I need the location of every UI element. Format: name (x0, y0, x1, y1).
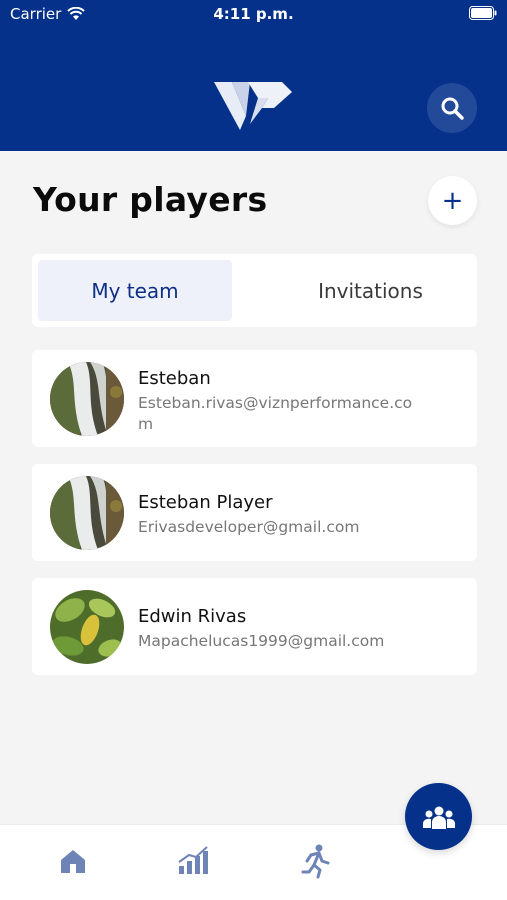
running-icon[interactable] (297, 843, 333, 879)
tab-invitations[interactable]: Invitations (268, 260, 473, 321)
player-email: Esteban.rivas@viznperformance.co m (138, 393, 418, 435)
team-icon (422, 806, 455, 829)
tab-my-team-label: My team (91, 278, 179, 303)
status-time: 4:11 p.m. (213, 5, 294, 23)
player-card[interactable]: Esteban Player Erivasdeveloper@gmail.com (32, 464, 477, 561)
player-name: Esteban (138, 368, 211, 389)
team-fab-button[interactable] (405, 783, 472, 850)
battery-icon (469, 6, 497, 24)
player-email-wrap: m (138, 415, 154, 433)
team-tabs: My team Invitations (32, 254, 477, 327)
stats-icon[interactable] (176, 843, 212, 879)
search-icon (441, 97, 464, 120)
player-email: Mapachelucas1999@gmail.com (138, 632, 385, 650)
player-email: Erivasdeveloper@gmail.com (138, 518, 360, 536)
page-title: Your players (33, 180, 268, 219)
add-player-button[interactable]: + (428, 176, 477, 225)
player-name: Edwin Rivas (138, 606, 247, 627)
avatar (50, 590, 124, 664)
avatar (50, 476, 124, 550)
tab-invitations-label: Invitations (318, 278, 423, 303)
home-icon[interactable] (55, 843, 91, 879)
status-bar: Carrier 4:11 p.m. (0, 0, 507, 30)
app-header: Carrier 4:11 p.m. (0, 0, 507, 151)
plus-icon: + (441, 185, 464, 216)
player-name: Esteban Player (138, 492, 273, 513)
tab-my-team[interactable]: My team (38, 260, 232, 321)
vp-logo-icon (212, 74, 294, 132)
player-card[interactable]: Esteban Esteban.rivas@viznperformance.co… (32, 350, 477, 447)
player-email-line: Esteban.rivas@viznperformance.co (138, 394, 413, 412)
avatar (50, 362, 124, 436)
player-card[interactable]: Edwin Rivas Mapachelucas1999@gmail.com (32, 578, 477, 675)
search-button[interactable] (427, 83, 477, 133)
